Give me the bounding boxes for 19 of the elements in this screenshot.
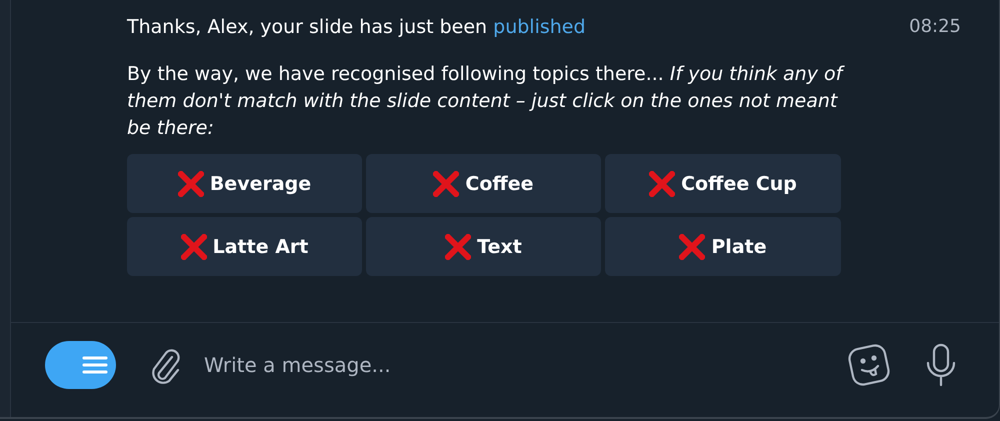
topic-button[interactable]: Plate: [605, 217, 841, 276]
cross-icon: [445, 234, 472, 260]
message-input[interactable]: Write a message...: [204, 345, 815, 385]
message-text: By the way, we have recognised following topics there... If you think any of them don't match with the slide content – just click on the ones not meant be there:: [127, 61, 843, 142]
published-link[interactable]: published: [493, 16, 586, 38]
menu-icon: [82, 355, 108, 375]
cross-icon: [433, 170, 460, 196]
topic-button[interactable]: Coffee: [366, 154, 601, 213]
topic-button[interactable]: Coffee Cup: [605, 154, 841, 213]
menu-button[interactable]: [45, 341, 116, 389]
cross-icon: [180, 234, 207, 260]
cross-icon: [679, 234, 706, 260]
topic-button[interactable]: Text: [366, 217, 601, 276]
message-text: Thanks, Alex, your slide has just been published: [127, 15, 587, 40]
topic-button[interactable]: Beverage: [127, 154, 362, 213]
message-time: 08:25: [909, 16, 961, 39]
cross-icon: [649, 170, 676, 196]
cross-icon: [178, 170, 204, 196]
topic-button[interactable]: Latte Art: [127, 217, 362, 276]
